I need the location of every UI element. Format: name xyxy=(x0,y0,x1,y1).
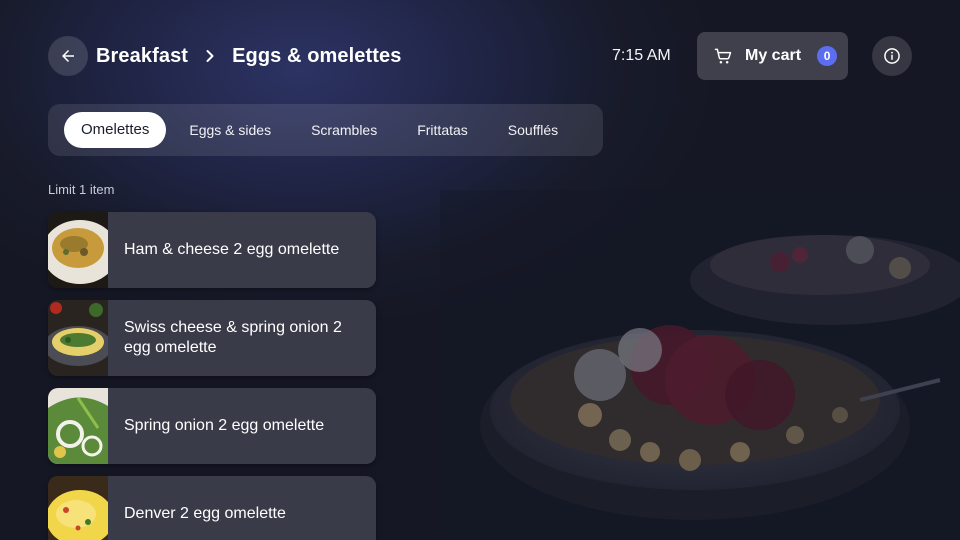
info-icon xyxy=(884,48,900,64)
omelette-thumbnail xyxy=(48,388,108,464)
cart-label: My cart xyxy=(745,47,802,64)
arrow-left-icon xyxy=(62,50,74,62)
page-title: Eggs & omelettes xyxy=(232,44,402,67)
cart-count-badge: 0 xyxy=(817,46,838,66)
my-cart-button[interactable]: My cart 0 xyxy=(697,32,848,80)
clock-time: 7:15 AM xyxy=(612,47,671,64)
menu-item-denver-omelette[interactable]: Denver 2 egg omelette xyxy=(48,476,376,540)
background-food-photo xyxy=(440,190,960,540)
top-bar: Breakfast Eggs & omelettes 7:15 AM My ca… xyxy=(48,32,912,80)
tab-omelettes[interactable]: Omelettes xyxy=(64,112,167,148)
breadcrumb-parent[interactable]: Breakfast xyxy=(96,45,188,68)
breadcrumb: Breakfast Eggs & omelettes xyxy=(96,36,402,76)
chevron-right-icon xyxy=(200,46,220,66)
menu-item-spring-onion-omelette[interactable]: Spring onion 2 egg omelette xyxy=(48,388,376,464)
menu-item-label: Denver 2 egg omelette xyxy=(124,505,286,522)
tab-souffles[interactable]: Soufflés xyxy=(491,112,575,148)
tab-frittatas[interactable]: Frittatas xyxy=(400,112,485,148)
info-button[interactable] xyxy=(872,36,912,76)
limit-label: Limit 1 item xyxy=(48,182,115,197)
tab-scrambles[interactable]: Scrambles xyxy=(294,112,394,148)
shopping-cart-icon xyxy=(714,48,732,64)
omelette-thumbnail xyxy=(48,212,108,288)
category-tabs: Omelettes Eggs & sides Scrambles Frittat… xyxy=(48,104,603,156)
menu-item-list: Ham & cheese 2 egg omelette Swiss cheese… xyxy=(48,212,376,540)
omelette-thumbnail xyxy=(48,476,108,540)
back-button[interactable] xyxy=(48,36,88,76)
menu-item-label: Spring onion 2 egg omelette xyxy=(124,417,325,434)
tab-eggs-and-sides[interactable]: Eggs & sides xyxy=(172,112,288,148)
menu-item-ham-cheese-omelette[interactable]: Ham & cheese 2 egg omelette xyxy=(48,212,376,288)
omelette-thumbnail xyxy=(48,300,108,376)
menu-item-label: Swiss cheese & spring onion 2 egg omelet… xyxy=(124,319,342,356)
menu-item-label: Ham & cheese 2 egg omelette xyxy=(124,241,340,258)
menu-item-swiss-spring-onion-omelette[interactable]: Swiss cheese & spring onion 2 egg omelet… xyxy=(48,300,376,376)
